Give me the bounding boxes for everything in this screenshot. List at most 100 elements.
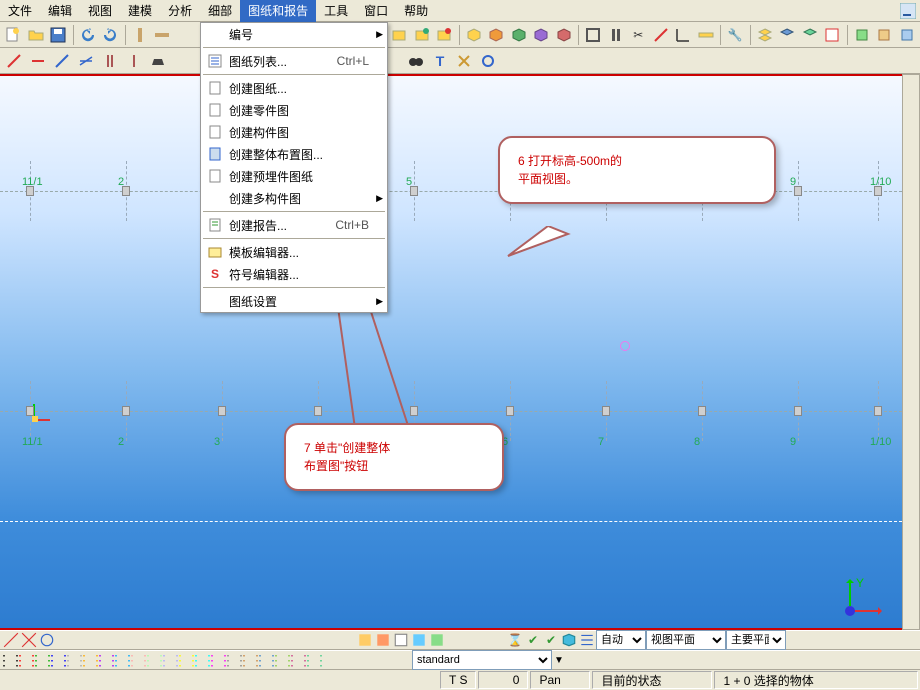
menu-item-图纸设置[interactable]: 图纸设置▶: [201, 290, 387, 312]
grid-handle[interactable]: [218, 406, 226, 416]
grid-handle[interactable]: [314, 406, 322, 416]
tutorial-callout-7: 7 单击"创建整体 布置图"按钮: [284, 423, 504, 491]
snap-a-icon[interactable]: [3, 632, 19, 648]
column-icon[interactable]: [605, 24, 626, 46]
frame-icon[interactable]: [583, 24, 604, 46]
vertical-scrollbar[interactable]: [902, 74, 920, 630]
menu-item-模板编辑器[interactable]: 模板编辑器...: [201, 241, 387, 263]
tool-d-icon[interactable]: [477, 50, 499, 72]
layer-g2-icon[interactable]: [411, 24, 432, 46]
main-plane-combo[interactable]: 主要平面: [726, 630, 786, 650]
tool-c-icon[interactable]: [453, 50, 475, 72]
check-icon[interactable]: ✔: [525, 632, 541, 648]
undo-icon[interactable]: [77, 24, 98, 46]
grid-handle[interactable]: [410, 186, 418, 196]
menu-tools[interactable]: 工具: [316, 0, 356, 22]
grid-handle[interactable]: [794, 186, 802, 196]
menu-item-创建报告[interactable]: 创建报告...Ctrl+B: [201, 214, 387, 236]
wrench-icon[interactable]: 🔧: [725, 24, 746, 46]
layers2-icon[interactable]: [777, 24, 798, 46]
aux2-icon[interactable]: [874, 24, 895, 46]
menu-model[interactable]: 建模: [120, 0, 160, 22]
box3-icon[interactable]: [508, 24, 529, 46]
menu-item-创建整体布置图[interactable]: 创建整体布置图...: [201, 143, 387, 165]
aux1-icon[interactable]: [851, 24, 872, 46]
blank-icon: [205, 293, 225, 309]
filter-1-icon[interactable]: [357, 632, 373, 648]
menu-item-创建图纸[interactable]: 创建图纸...: [201, 77, 387, 99]
pin-icon[interactable]: [99, 50, 121, 72]
grid-handle[interactable]: [410, 406, 418, 416]
line-red2-icon[interactable]: [27, 50, 49, 72]
filter-2-icon[interactable]: [375, 632, 391, 648]
sheet-icon: [205, 102, 225, 118]
ruler-icon[interactable]: [696, 24, 717, 46]
menu-item-创建多构件图[interactable]: 创建多构件图▶: [201, 187, 387, 209]
save-icon[interactable]: [48, 24, 69, 46]
auto-combo[interactable]: 自动: [596, 630, 646, 650]
filter-3-icon[interactable]: [393, 632, 409, 648]
menu-item-创建预埋件图纸[interactable]: 创建预埋件图纸: [201, 165, 387, 187]
cube-icon[interactable]: [561, 632, 577, 648]
measure-icon[interactable]: [651, 24, 672, 46]
menu-item-编号[interactable]: 编号▶: [201, 23, 387, 45]
snap-c-icon[interactable]: [39, 632, 55, 648]
grid-handle[interactable]: [122, 406, 130, 416]
menu-view[interactable]: 视图: [80, 0, 120, 22]
grid-handle[interactable]: [794, 406, 802, 416]
t-blue-icon[interactable]: T: [429, 50, 451, 72]
menu-item-创建构件图[interactable]: 创建构件图: [201, 121, 387, 143]
redo-icon[interactable]: [100, 24, 121, 46]
lines-icon[interactable]: [579, 632, 595, 648]
standard-combo[interactable]: standard: [412, 650, 552, 670]
check2-icon[interactable]: ✔: [543, 632, 559, 648]
angle-icon[interactable]: [673, 24, 694, 46]
grid-handle[interactable]: [874, 186, 882, 196]
box4-icon[interactable]: [531, 24, 552, 46]
hat-icon[interactable]: [147, 50, 169, 72]
menu-edit[interactable]: 编辑: [40, 0, 80, 22]
layer-g-icon[interactable]: [389, 24, 410, 46]
tool-b-icon[interactable]: [152, 24, 173, 46]
open-icon[interactable]: [26, 24, 47, 46]
line-red-icon[interactable]: [3, 50, 25, 72]
grid-handle[interactable]: [26, 406, 34, 416]
binoculars-icon[interactable]: [405, 50, 427, 72]
filter-4-icon[interactable]: [411, 632, 427, 648]
menu-window[interactable]: 窗口: [356, 0, 396, 22]
box5-icon[interactable]: [554, 24, 575, 46]
view-plane-combo[interactable]: 视图平面: [646, 630, 726, 650]
layers3-icon[interactable]: [799, 24, 820, 46]
line-blue-icon[interactable]: [51, 50, 73, 72]
layers1-icon[interactable]: [754, 24, 775, 46]
menu-drawings[interactable]: 图纸和报告: [240, 0, 316, 22]
snap-b-icon[interactable]: [21, 632, 37, 648]
box1-icon[interactable]: [463, 24, 484, 46]
menu-item-创建零件图[interactable]: 创建零件图: [201, 99, 387, 121]
hourglass-icon[interactable]: ⌛: [507, 632, 523, 648]
layer-r-icon[interactable]: [434, 24, 455, 46]
color-swatch[interactable]: ⋮⋮: [307, 653, 321, 667]
line-blue2-icon[interactable]: [75, 50, 97, 72]
pin2-icon[interactable]: [123, 50, 145, 72]
tool-a-icon[interactable]: [129, 24, 150, 46]
grid-handle[interactable]: [506, 406, 514, 416]
menu-help[interactable]: 帮助: [396, 0, 436, 22]
new-icon[interactable]: [3, 24, 24, 46]
grid-handle[interactable]: [26, 186, 34, 196]
grid-handle[interactable]: [122, 186, 130, 196]
box2-icon[interactable]: [486, 24, 507, 46]
filter-5-icon[interactable]: [429, 632, 445, 648]
menu-item-图纸列表[interactable]: 图纸列表...Ctrl+L: [201, 50, 387, 72]
menu-file[interactable]: 文件: [0, 0, 40, 22]
grid-handle[interactable]: [874, 406, 882, 416]
grid-handle[interactable]: [698, 406, 706, 416]
scissor-icon[interactable]: ✂: [628, 24, 649, 46]
menu-item-符号编辑器[interactable]: S符号编辑器...: [201, 263, 387, 285]
layers4-icon[interactable]: [822, 24, 843, 46]
menu-detail[interactable]: 细部: [200, 0, 240, 22]
minimize-icon[interactable]: [897, 0, 919, 22]
menu-analyze[interactable]: 分析: [160, 0, 200, 22]
grid-handle[interactable]: [602, 406, 610, 416]
aux3-icon[interactable]: [896, 24, 917, 46]
